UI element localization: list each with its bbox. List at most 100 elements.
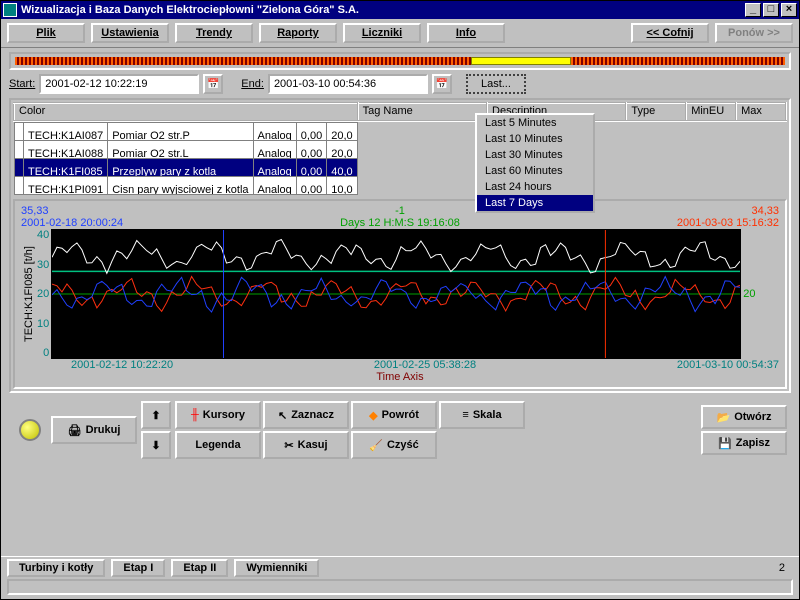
chart-panel: 35,33 2001-02-18 20:00:24 -1 Days 12 H:M… xyxy=(13,199,787,389)
x-tick-mid: 2001-02-25 05:38:28 xyxy=(374,359,476,371)
menu-plik[interactable]: Plik xyxy=(7,23,85,43)
menu-liczniki[interactable]: Liczniki xyxy=(343,23,421,43)
tag-grid: Color Tag Name Description Type MinEU Ma… xyxy=(13,102,787,195)
otworz-button[interactable]: 📂Otwórz xyxy=(701,405,787,429)
scale-icon: ≡ xyxy=(462,409,468,421)
printer-icon: 🖨 xyxy=(68,424,82,437)
dropdown-item[interactable]: Last 60 Minutes xyxy=(477,163,593,179)
minimize-button[interactable]: _ xyxy=(745,3,761,17)
table-row[interactable]: TECH:K1FI085Przeplyw pary z kotlaAnalog0… xyxy=(15,159,358,177)
status-turbiny[interactable]: Turbiny i kotły xyxy=(7,559,105,577)
app-window: Wizualizacja i Baza Danych Elektrociepło… xyxy=(0,0,800,600)
table-row[interactable]: TECH:K1AI088Pomiar O2 str.LAnalog0,0020,… xyxy=(15,141,358,159)
cursor-left-ts: 2001-02-18 20:00:24 xyxy=(21,217,123,229)
chart-header: 35,33 2001-02-18 20:00:24 -1 Days 12 H:M… xyxy=(21,205,779,229)
x-axis-ticks: 2001-02-12 10:22:20 2001-02-25 05:38:28 … xyxy=(21,359,779,371)
y-tick: 0 xyxy=(37,347,49,359)
scroll-up-button[interactable]: ⬆ xyxy=(141,401,171,429)
y-tick: 30 xyxy=(37,259,49,271)
row-color xyxy=(15,177,24,195)
last-dropdown-menu[interactable]: Last 5 MinutesLast 10 MinutesLast 30 Min… xyxy=(475,113,595,213)
status-bar: Turbiny i kotły Etap I Etap II Wymiennik… xyxy=(1,556,799,579)
menu-trendy[interactable]: Trendy xyxy=(175,23,253,43)
row-color xyxy=(15,123,24,141)
dropdown-item[interactable]: Last 10 Minutes xyxy=(477,131,593,147)
drukuj-button[interactable]: 🖨 Drukuj xyxy=(51,416,137,444)
row-tag: TECH:K1PI091 xyxy=(24,177,108,195)
timeline-strip[interactable] xyxy=(9,52,791,70)
row-max: 10,0 xyxy=(327,177,357,195)
powrot-button[interactable]: ◆Powrót xyxy=(351,401,437,429)
maximize-button[interactable]: □ xyxy=(763,3,779,17)
cursor-delta-info: -1 Days 12 H:M:S 19:16:08 xyxy=(340,205,460,229)
table-row[interactable]: TECH:K1PI091Cisn pary wyjsciowej z kotla… xyxy=(15,177,358,195)
menu-ponow[interactable]: Ponów >> xyxy=(715,23,793,43)
bottom-toolbar: 🖨 Drukuj ⬆ ⬇ ╫Kursory ↖ Zaznacz ◆Powrót ≡… xyxy=(9,397,791,463)
row-min: 0,00 xyxy=(296,123,326,141)
start-input[interactable]: 2001-02-12 10:22:19 xyxy=(39,74,199,94)
start-label: Start: xyxy=(9,78,35,90)
col-tag[interactable]: Tag Name xyxy=(358,103,487,121)
row-type: Analog xyxy=(253,177,296,195)
col-max[interactable]: Max xyxy=(736,103,786,121)
dropdown-item[interactable]: Last 30 Minutes xyxy=(477,147,593,163)
dropdown-item[interactable]: Last 5 Minutes xyxy=(477,115,593,131)
row-desc: Pomiar O2 str.P xyxy=(108,123,253,141)
scroll-down-button[interactable]: ⬇ xyxy=(141,431,171,459)
col-type[interactable]: Type xyxy=(626,103,686,121)
col-color[interactable]: Color xyxy=(14,103,358,121)
save-icon: 💾 xyxy=(718,437,732,450)
cursors-icon: ╫ xyxy=(191,409,199,421)
skala-label: Skala xyxy=(473,409,502,421)
cursor-right-ts: 2001-03-03 15:16:32 xyxy=(677,217,779,229)
dropdown-item[interactable]: Last 24 hours xyxy=(477,179,593,195)
status-led xyxy=(19,419,41,441)
czysc-button[interactable]: 🧹Czyść xyxy=(351,431,437,459)
legenda-button[interactable]: Legenda xyxy=(175,431,261,459)
menu-info[interactable]: Info xyxy=(427,23,505,43)
cursor-left-info: 35,33 2001-02-18 20:00:24 xyxy=(21,205,123,229)
menu-ustawienia[interactable]: Ustawienia xyxy=(91,23,169,43)
status-etap2[interactable]: Etap II xyxy=(171,559,228,577)
row-min: 0,00 xyxy=(296,159,326,177)
grid-header: Color Tag Name Description Type MinEU Ma… xyxy=(14,103,786,121)
status-wymienniki[interactable]: Wymienniki xyxy=(234,559,319,577)
row-max: 20,0 xyxy=(327,123,357,141)
status-etap1[interactable]: Etap I xyxy=(111,559,165,577)
zaznacz-label: Zaznacz xyxy=(291,409,334,421)
end-input[interactable]: 2001-03-10 00:54:36 xyxy=(268,74,428,94)
cursor-left-value: 35,33 xyxy=(21,205,123,217)
x-tick-left: 2001-02-12 10:22:20 xyxy=(71,359,173,371)
menu-cofnij[interactable]: << Cofnij xyxy=(631,23,709,43)
timeline-selection[interactable] xyxy=(471,57,571,65)
skala-button[interactable]: ≡ Skala xyxy=(439,401,525,429)
y-tick: 20 xyxy=(37,288,49,300)
row-tag: TECH:K1AI087 xyxy=(24,123,108,141)
row-max: 20,0 xyxy=(327,141,357,159)
table-row[interactable]: TECH:K1AI087Pomiar O2 str.PAnalog0,0020,… xyxy=(15,123,358,141)
start-calendar-button[interactable] xyxy=(203,74,223,94)
end-calendar-button[interactable] xyxy=(432,74,452,94)
window-title: Wizualizacja i Baza Danych Elektrociepło… xyxy=(21,4,743,16)
arrow-up-icon: ⬆ xyxy=(151,409,160,422)
menu-raporty[interactable]: Raporty xyxy=(259,23,337,43)
select-icon: ↖ xyxy=(278,409,287,422)
date-range-row: Start: 2001-02-12 10:22:19 End: 2001-03-… xyxy=(9,74,791,94)
close-button[interactable]: × xyxy=(781,3,797,17)
zaznacz-button[interactable]: ↖ Zaznacz xyxy=(263,401,349,429)
erase-icon: ✂ xyxy=(284,439,293,452)
app-icon xyxy=(3,3,17,17)
y-axis-label: TECH:K1FI085 [t/h] xyxy=(21,229,37,359)
powrot-label: Powrót xyxy=(382,409,419,421)
col-min[interactable]: MinEU xyxy=(686,103,736,121)
title-bar: Wizualizacja i Baza Danych Elektrociepło… xyxy=(1,1,799,19)
status-number: 2 xyxy=(779,562,793,574)
czysc-label: Czyść xyxy=(387,439,419,451)
kasuj-button[interactable]: ✂Kasuj xyxy=(263,431,349,459)
chart-plot[interactable] xyxy=(51,229,741,359)
last-dropdown-button[interactable]: Last... xyxy=(466,74,526,94)
zapisz-button[interactable]: 💾Zapisz xyxy=(701,431,787,455)
kursory-button[interactable]: ╫Kursory xyxy=(175,401,261,429)
cursor-right-value: 34,33 xyxy=(677,205,779,217)
dropdown-item[interactable]: Last 7 Days xyxy=(477,195,593,211)
